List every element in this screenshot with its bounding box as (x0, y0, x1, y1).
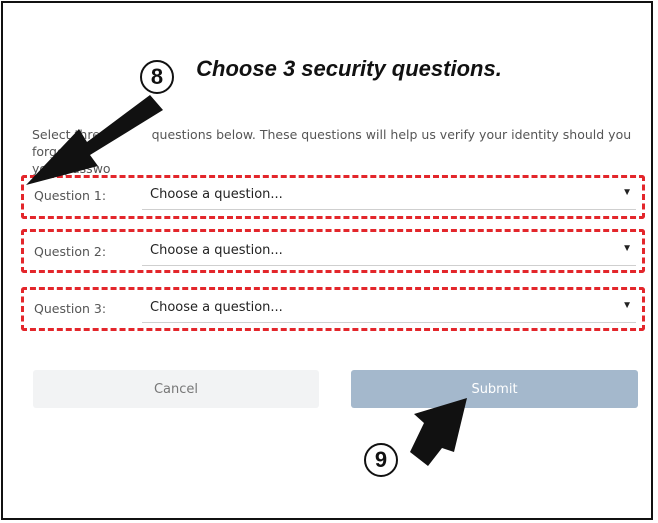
highlight-question-2 (21, 229, 645, 273)
highlight-question-3 (21, 287, 645, 331)
submit-button[interactable]: Submit (351, 370, 638, 408)
callout-step-9: 9 (364, 443, 398, 477)
callout-step-8: 8 (140, 60, 174, 94)
intro-line2: your passwo (32, 161, 111, 176)
highlight-question-1 (21, 175, 645, 219)
intro-line1-end: questions below. These questions will he… (32, 127, 632, 159)
intro-line1-start: Select three (32, 127, 108, 142)
cancel-button[interactable]: Cancel (33, 370, 319, 408)
page-title: Choose 3 security questions. (196, 56, 502, 81)
instructions-text: Select three questions below. These quest… (32, 126, 642, 177)
